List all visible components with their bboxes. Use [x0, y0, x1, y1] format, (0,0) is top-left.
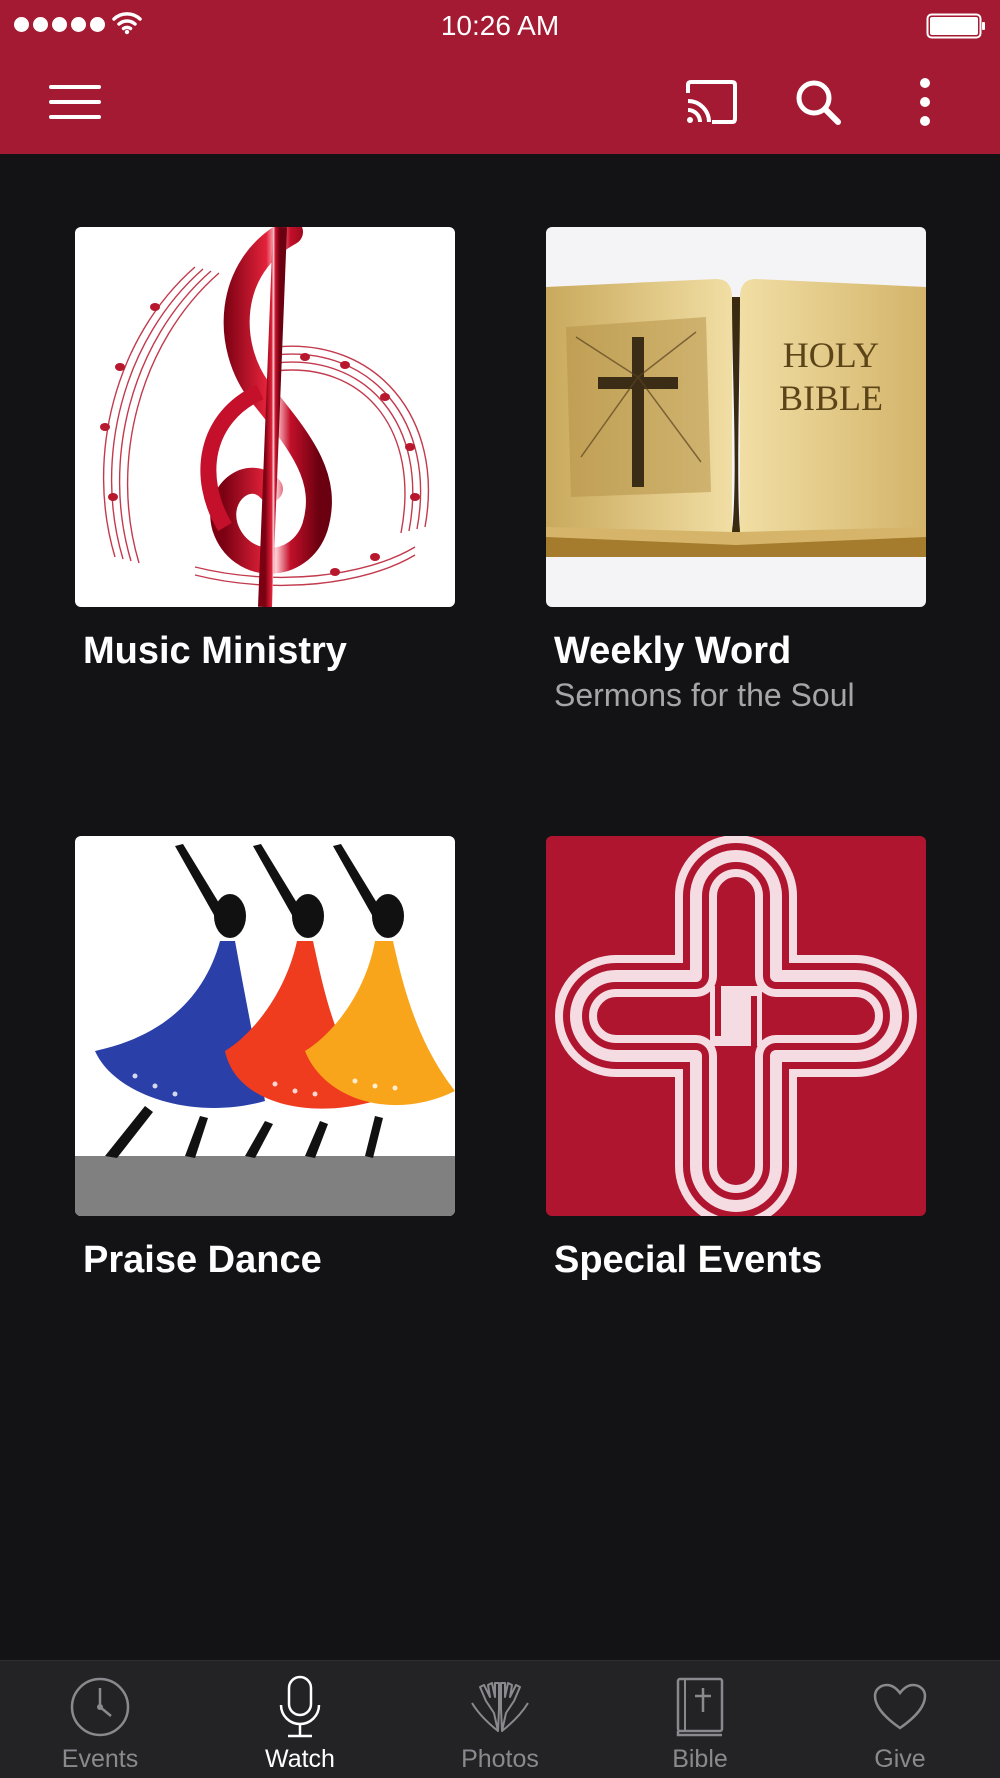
praying-hands-icon — [465, 1675, 535, 1739]
tab-label: Give — [874, 1745, 926, 1773]
search-button[interactable] — [786, 72, 850, 132]
tile-special-events[interactable]: Special Events — [546, 836, 926, 1282]
tile-title: Music Ministry — [83, 630, 347, 672]
microphone-icon — [265, 1675, 335, 1739]
battery-icon — [926, 13, 985, 39]
tab-label: Events — [61, 1745, 139, 1773]
tab-photos[interactable]: Photos — [400, 1661, 600, 1778]
tile-music-ministry[interactable]: Music Ministry — [75, 227, 455, 673]
tab-label: Bible — [672, 1745, 728, 1773]
tile-title: Special Events — [554, 1239, 823, 1281]
tile-subtitle: Sermons for the Soul — [554, 677, 855, 713]
tile-title: Praise Dance — [83, 1239, 322, 1281]
tab-watch[interactable]: Watch — [200, 1661, 400, 1778]
more-options-button[interactable] — [893, 72, 957, 132]
hamburger-menu-icon — [49, 85, 101, 119]
heart-icon — [865, 1675, 935, 1739]
search-icon — [796, 80, 841, 125]
holy-bible-image: HOLY BIBLE — [546, 227, 926, 607]
app-header: 10:26 AM — [0, 0, 1000, 154]
cast-button[interactable] — [678, 72, 742, 132]
status-bar: 10:26 AM — [0, 0, 1000, 50]
tile-praise-dance[interactable]: Praise Dance — [75, 836, 455, 1282]
content-grid: Music Ministry HOLY BIBLE Weekly Word Se… — [0, 154, 1000, 1660]
celtic-cross-image — [546, 836, 926, 1216]
tab-bible[interactable]: Bible — [600, 1661, 800, 1778]
toolbar — [0, 50, 1000, 154]
tile-title: Weekly Word — [554, 630, 792, 672]
status-time: 10:26 AM — [440, 10, 560, 41]
more-vertical-icon — [920, 78, 930, 126]
tab-label: Photos — [461, 1745, 539, 1773]
tab-give[interactable]: Give — [800, 1661, 1000, 1778]
menu-button[interactable] — [43, 72, 107, 132]
bible-icon — [665, 1675, 735, 1739]
tab-events[interactable]: Events — [0, 1661, 200, 1778]
tab-label: Watch — [265, 1745, 335, 1773]
treble-clef-image — [75, 227, 455, 607]
tile-weekly-word[interactable]: HOLY BIBLE Weekly Word Sermons for the S… — [546, 227, 926, 717]
praise-dancers-image — [75, 836, 455, 1216]
clock-icon — [65, 1675, 135, 1739]
tab-bar: Events Watch Photos Bible Give — [0, 1660, 1000, 1778]
bible-image-text-1: HOLY — [783, 335, 879, 375]
bible-image-text-2: BIBLE — [779, 378, 883, 418]
cast-icon — [686, 80, 737, 124]
